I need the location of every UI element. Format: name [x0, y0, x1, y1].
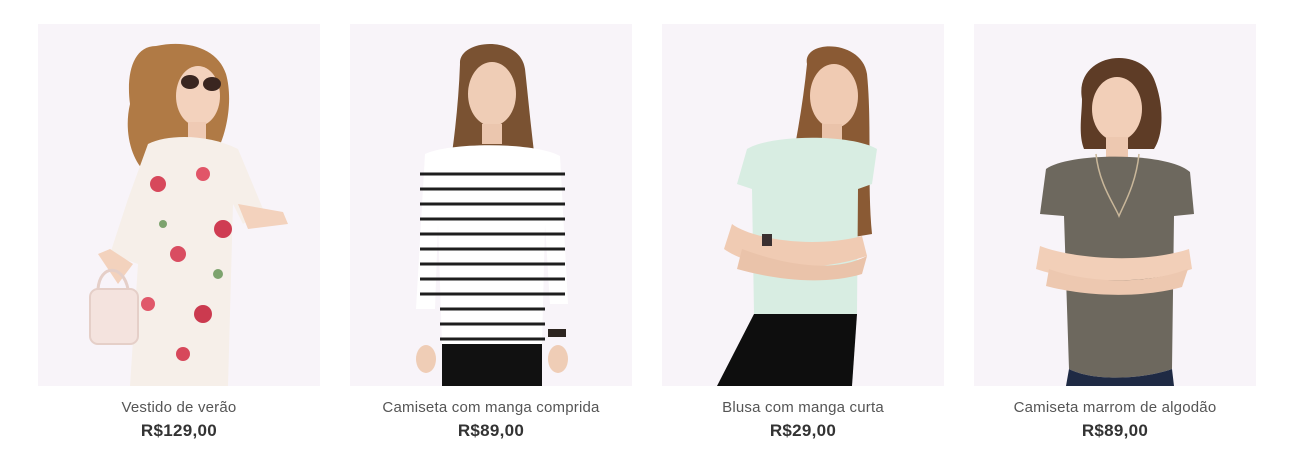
product-name[interactable]: Camiseta com manga comprida [350, 399, 632, 417]
product-image[interactable] [974, 24, 1256, 386]
model-floral-dress-photo [89, 43, 288, 386]
product-price: R$129,00 [140, 421, 218, 440]
product-card[interactable]: Camiseta marrom de algodão R$89,00 [974, 24, 1256, 441]
product-card[interactable]: Camiseta com manga comprida R$89,00 [350, 24, 632, 441]
product-card[interactable]: Vestido de verão R$129,00 [38, 24, 320, 441]
model-brown-tee-photo [1036, 57, 1194, 386]
product-image[interactable] [662, 24, 944, 386]
model-striped-longsleeve-photo [416, 44, 568, 386]
product-name[interactable]: Vestido de verão [38, 399, 320, 417]
product-image[interactable] [350, 24, 632, 386]
product-image[interactable] [38, 24, 320, 386]
product-name[interactable]: Camiseta marrom de algodão [974, 399, 1256, 417]
product-price: R$29,00 [769, 421, 837, 440]
product-price: R$89,00 [1081, 421, 1149, 440]
product-card[interactable]: Blusa com manga curta R$29,00 [662, 24, 944, 441]
product-grid: Vestido de verão R$129,00 Camiseta com m… [0, 0, 1298, 475]
product-price: R$89,00 [457, 421, 525, 440]
product-name[interactable]: Blusa com manga curta [662, 399, 944, 417]
model-mint-blouse-photo [717, 46, 877, 386]
